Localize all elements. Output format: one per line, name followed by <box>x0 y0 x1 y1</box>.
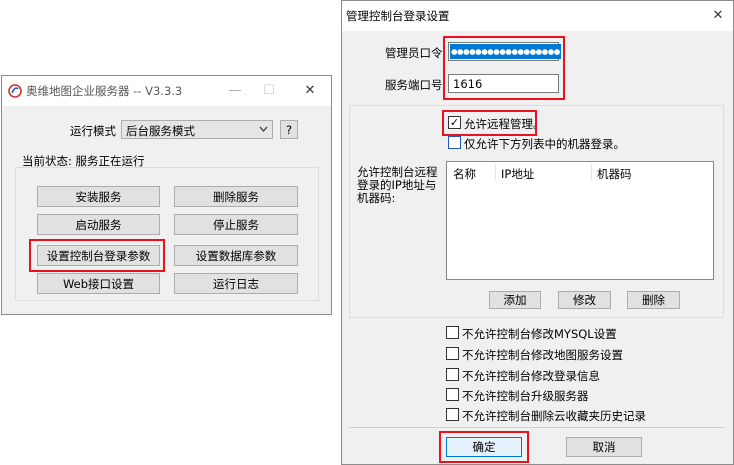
column-header-machine-code[interactable]: 机器码 <box>597 166 632 182</box>
column-divider <box>495 164 496 180</box>
remove-service-button[interactable]: 删除服务 <box>174 186 298 207</box>
add-machine-button[interactable]: 添加 <box>489 291 541 309</box>
port-field[interactable]: 1616 <box>448 74 559 93</box>
server-window: 奥维地图企业服务器 -- V3.3.3 — ☐ ✕ 运行模式 后台服务模式 ? … <box>1 75 332 315</box>
column-header-ip[interactable]: IP地址 <box>501 166 534 182</box>
web-interface-settings-button[interactable]: Web接口设置 <box>37 273 160 294</box>
restriction-label-login-info: 不允许控制台修改登录信息 <box>462 369 600 383</box>
run-mode-label: 运行模式 <box>70 124 116 138</box>
dialog-title: 管理控制台登录设置 <box>346 9 450 23</box>
console-login-dialog: 管理控制台登录设置 ✕ 管理员口令 ●●●●●●●●●●●●●●●●●● 服务端… <box>341 0 734 465</box>
port-value: 1616 <box>453 77 483 91</box>
restriction-checkbox-upgrade[interactable] <box>446 388 459 401</box>
stop-service-button[interactable]: 停止服务 <box>174 214 298 235</box>
dialog-titlebar[interactable]: 管理控制台登录设置 ✕ <box>342 1 733 31</box>
allowed-machines-list[interactable]: 名称 IP地址 机器码 <box>446 161 714 280</box>
column-header-name[interactable]: 名称 <box>453 166 476 182</box>
only-listed-label: 仅允许下方列表中的机器登录。 <box>464 137 625 151</box>
restriction-checkbox-map-service[interactable] <box>446 347 459 360</box>
allowed-machines-label: 允许控制台远程登录的IP地址与机器码: <box>357 165 438 205</box>
restriction-checkbox-mysql[interactable] <box>446 326 459 339</box>
highlight-allow-remote <box>442 110 537 136</box>
restriction-label-cloud-history: 不允许控制台删除云收藏夹历史记录 <box>462 409 646 423</box>
maximize-button[interactable]: ☐ <box>252 76 286 106</box>
chevron-down-icon <box>259 126 268 132</box>
only-listed-checkbox[interactable] <box>448 136 461 149</box>
minimize-button[interactable]: — <box>218 76 252 106</box>
restriction-checkbox-login-info[interactable] <box>446 368 459 381</box>
port-label: 服务端口号 <box>385 78 443 92</box>
database-settings-button[interactable]: 设置数据库参数 <box>174 245 298 266</box>
server-window-title: 奥维地图企业服务器 -- V3.3.3 <box>26 84 183 98</box>
edit-machine-button[interactable]: 修改 <box>558 291 611 309</box>
run-mode-value: 后台服务模式 <box>126 124 195 138</box>
restriction-label-map-service: 不允许控制台修改地图服务设置 <box>462 348 623 362</box>
delete-machine-button[interactable]: 删除 <box>627 291 680 309</box>
bottom-separator <box>349 427 724 428</box>
app-logo-icon <box>8 84 22 98</box>
highlight-ok-button <box>439 431 529 463</box>
restriction-label-mysql: 不允许控制台修改MYSQL设置 <box>462 327 617 341</box>
run-log-button[interactable]: 运行日志 <box>174 273 298 294</box>
cancel-button[interactable]: 取消 <box>566 437 642 457</box>
server-window-titlebar[interactable]: 奥维地图企业服务器 -- V3.3.3 — ☐ ✕ <box>2 76 331 106</box>
dialog-close-button[interactable]: ✕ <box>701 1 734 31</box>
restriction-checkbox-cloud-history[interactable] <box>446 408 459 421</box>
password-label: 管理员口令 <box>385 46 443 60</box>
help-button[interactable]: ? <box>280 120 298 139</box>
highlight-console-login-button <box>29 239 165 272</box>
close-button[interactable]: ✕ <box>293 76 327 106</box>
restriction-label-upgrade: 不允许控制台升级服务器 <box>462 389 589 403</box>
install-service-button[interactable]: 安装服务 <box>37 186 160 207</box>
start-service-button[interactable]: 启动服务 <box>37 214 160 235</box>
run-mode-select[interactable]: 后台服务模式 <box>121 120 273 139</box>
column-divider <box>591 164 592 180</box>
